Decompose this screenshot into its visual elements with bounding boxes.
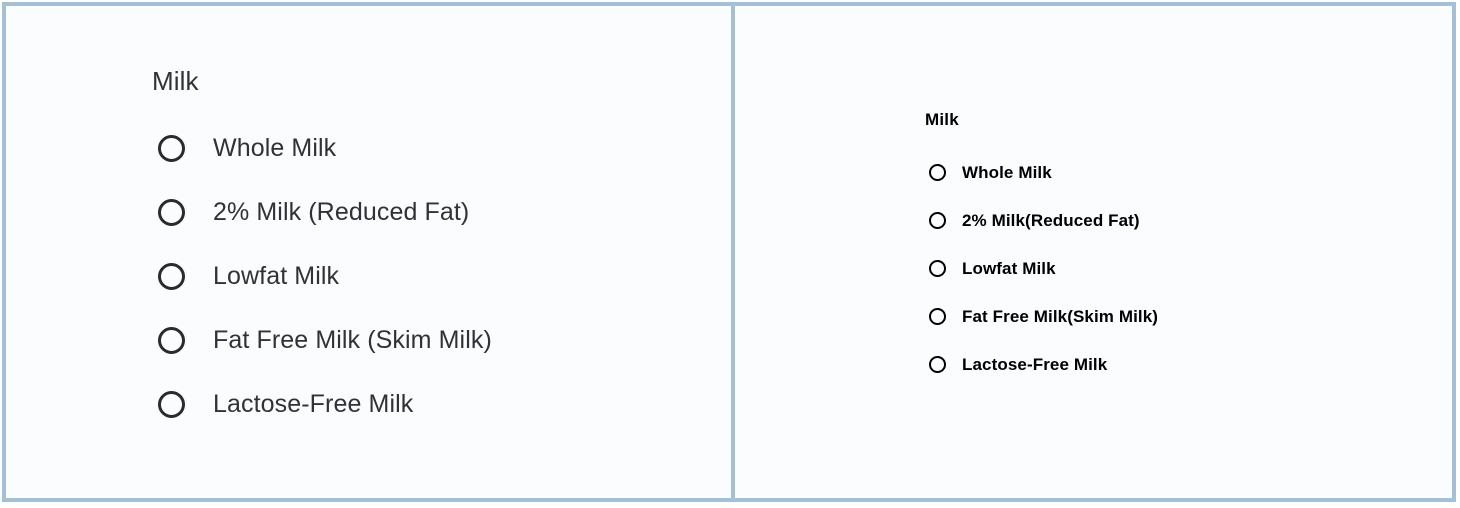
radio-circle-icon[interactable] bbox=[158, 263, 185, 290]
comparison-view: Milk Whole Milk 2% Milk (Reduced Fat) Lo… bbox=[0, 0, 1460, 508]
left-option-label: Lowfat Milk bbox=[213, 264, 339, 289]
left-option-lactose-free-milk[interactable]: Lactose-Free Milk bbox=[152, 372, 731, 436]
radio-circle-icon[interactable] bbox=[929, 356, 946, 373]
left-option-2-percent-milk[interactable]: 2% Milk (Reduced Fat) bbox=[152, 180, 731, 244]
right-option-lowfat-milk[interactable]: Lowfat Milk bbox=[925, 244, 1452, 292]
right-panel: Milk Whole Milk 2% Milk(Reduced Fat) Low… bbox=[733, 2, 1456, 502]
radio-circle-icon[interactable] bbox=[158, 391, 185, 418]
left-option-label: Fat Free Milk (Skim Milk) bbox=[213, 328, 492, 353]
radio-circle-icon[interactable] bbox=[158, 199, 185, 226]
right-option-label: Whole Milk bbox=[962, 164, 1052, 181]
right-radio-group: Whole Milk 2% Milk(Reduced Fat) Lowfat M… bbox=[925, 148, 1452, 388]
radio-circle-icon[interactable] bbox=[929, 308, 946, 325]
radio-circle-icon[interactable] bbox=[929, 212, 946, 229]
radio-circle-icon[interactable] bbox=[929, 164, 946, 181]
right-option-label: Lactose-Free Milk bbox=[962, 356, 1107, 373]
left-option-fat-free-milk[interactable]: Fat Free Milk (Skim Milk) bbox=[152, 308, 731, 372]
right-group-label: Milk bbox=[925, 111, 1452, 128]
right-option-whole-milk[interactable]: Whole Milk bbox=[925, 148, 1452, 196]
left-radio-group: Whole Milk 2% Milk (Reduced Fat) Lowfat … bbox=[152, 116, 731, 436]
right-option-lactose-free-milk[interactable]: Lactose-Free Milk bbox=[925, 340, 1452, 388]
left-group-label: Milk bbox=[152, 68, 731, 94]
right-option-label: Lowfat Milk bbox=[962, 260, 1056, 277]
radio-circle-icon[interactable] bbox=[929, 260, 946, 277]
right-option-2-percent-milk[interactable]: 2% Milk(Reduced Fat) bbox=[925, 196, 1452, 244]
right-option-fat-free-milk[interactable]: Fat Free Milk(Skim Milk) bbox=[925, 292, 1452, 340]
radio-circle-icon[interactable] bbox=[158, 327, 185, 354]
left-option-whole-milk[interactable]: Whole Milk bbox=[152, 116, 731, 180]
left-panel-content: Milk Whole Milk 2% Milk (Reduced Fat) Lo… bbox=[6, 6, 731, 436]
right-option-label: Fat Free Milk(Skim Milk) bbox=[962, 308, 1158, 325]
left-panel: Milk Whole Milk 2% Milk (Reduced Fat) Lo… bbox=[2, 2, 733, 502]
left-option-label: Lactose-Free Milk bbox=[213, 392, 413, 417]
left-option-lowfat-milk[interactable]: Lowfat Milk bbox=[152, 244, 731, 308]
left-option-label: 2% Milk (Reduced Fat) bbox=[213, 200, 469, 225]
right-panel-content: Milk Whole Milk 2% Milk(Reduced Fat) Low… bbox=[735, 6, 1452, 388]
left-option-label: Whole Milk bbox=[213, 136, 336, 161]
radio-circle-icon[interactable] bbox=[158, 135, 185, 162]
right-option-label: 2% Milk(Reduced Fat) bbox=[962, 212, 1140, 229]
